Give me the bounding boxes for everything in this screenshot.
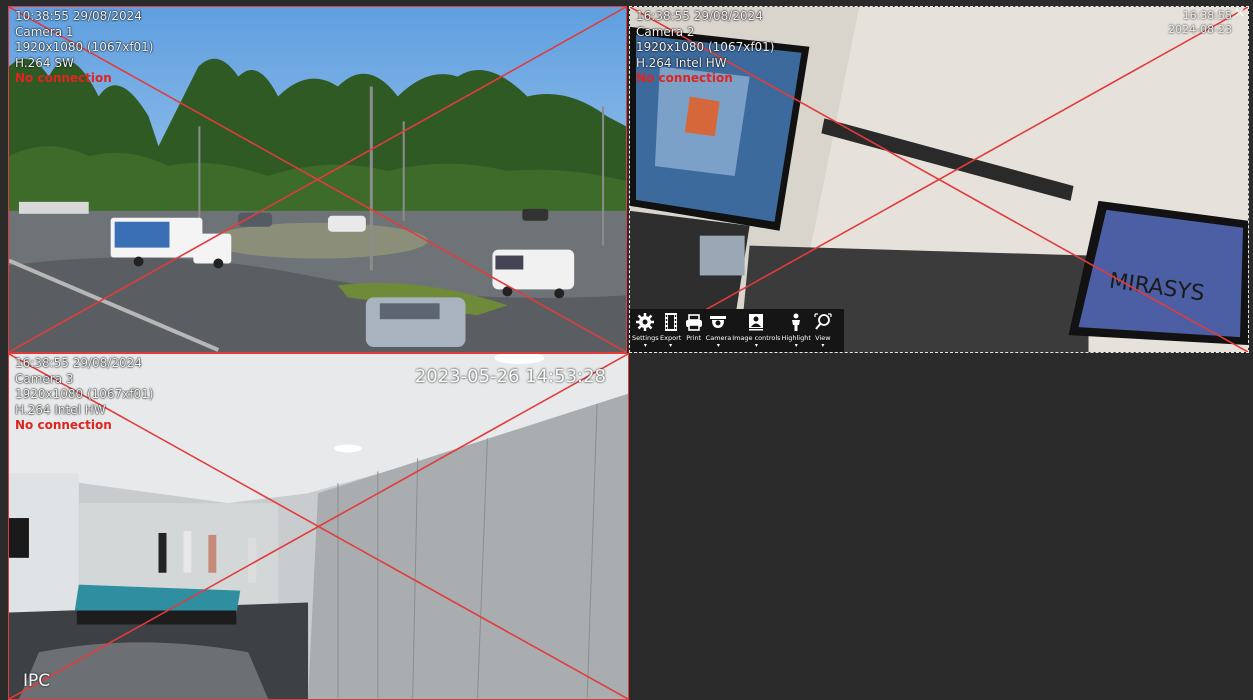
camera-label: Camera [705,334,732,342]
camera-2-status: No connection [636,71,733,85]
chevron-down-icon: ▾ [643,342,647,349]
export-label: Export [660,334,682,342]
camera-3-video-timestamp: 2023-05-26 14:53:28 [414,366,606,387]
camera-1-timestamp: 10:38:55 29/08/2024 [15,9,142,23]
chevron-down-icon: ▾ [754,342,758,349]
empty-camera-slot[interactable] [629,353,1253,700]
view-button[interactable]: View ▾ [812,312,834,352]
print-button[interactable]: Print [683,312,705,352]
camera-1-name: Camera 1 [15,24,74,39]
highlight-button[interactable]: Highlight ▾ [782,312,811,352]
camera-2-corner-time: 16:38:55 [1182,9,1232,22]
gear-icon [636,313,655,331]
camera-tile-1[interactable]: 10:38:55 29/08/2024 Camera 1 1920x1080 (… [8,6,627,353]
camera-3-codec: H.264 Intel HW [15,402,106,417]
camera-toolbar: Settings ▾ Export ▾ Print Camera ▾ Image… [630,309,844,352]
camera-1-resolution: 1920x1080 (1067xf01) [15,40,154,54]
camera-3-info-overlay: 16:38:55 29/08/2024 Camera 3 1920x1080 (… [15,356,154,434]
camera-2-codec: H.264 Intel HW [636,55,727,70]
camera-tile-2[interactable]: MIRASYS 16:38:55 29/08/2024 Camera 2 192… [629,6,1249,353]
camera-3-status: No connection [15,418,112,432]
film-export-icon [664,313,677,331]
camera-2-timestamp: 16:38:55 29/08/2024 [636,9,763,23]
chevron-down-icon: ▾ [716,342,720,349]
chevron-down-icon: ▾ [794,342,798,349]
printer-icon [685,314,702,331]
camera-3-ipc-label: IPC [23,671,51,691]
chevron-down-icon: ▾ [821,342,825,349]
camera-3-timestamp: 16:38:55 29/08/2024 [15,356,142,370]
print-label: Print [686,334,702,342]
camera-3-resolution: 1920x1080 (1067xf01) [15,387,154,401]
camera-1-info-overlay: 10:38:55 29/08/2024 Camera 1 1920x1080 (… [15,9,154,87]
highlight-label: Highlight [781,334,811,342]
image-controls-button[interactable]: Image controls ▾ [732,312,781,352]
camera-2-name: Camera 2 [636,24,695,39]
dome-camera-icon [710,316,727,328]
camera-1-status: No connection [15,71,112,85]
camera-2-video-clock: 16:38:55 2024-08-23 [1168,9,1232,37]
person-highlight-icon [792,313,801,331]
camera-menu-button[interactable]: Camera ▾ [705,312,732,352]
camera-2-resolution: 1920x1080 (1067xf01) [636,40,775,54]
settings-label: Settings [632,334,659,342]
zoom-view-icon [814,313,832,330]
camera-1-codec: H.264 SW [15,55,74,70]
close-icon[interactable]: ✕ [1234,7,1245,21]
settings-button[interactable]: Settings ▾ [632,312,659,352]
camera-3-name: Camera 3 [15,371,74,386]
image-controls-icon [749,314,764,331]
camera-tile-3[interactable]: 16:38:55 29/08/2024 Camera 3 1920x1080 (… [8,353,629,700]
camera-2-info-overlay: 16:38:55 29/08/2024 Camera 2 1920x1080 (… [636,9,775,87]
export-button[interactable]: Export ▾ [660,312,682,352]
chevron-down-icon: ▾ [669,342,673,349]
image-controls-label: Image controls [732,334,781,342]
camera-2-corner-date: 2024-08-23 [1168,23,1232,36]
view-label: View [815,334,831,342]
